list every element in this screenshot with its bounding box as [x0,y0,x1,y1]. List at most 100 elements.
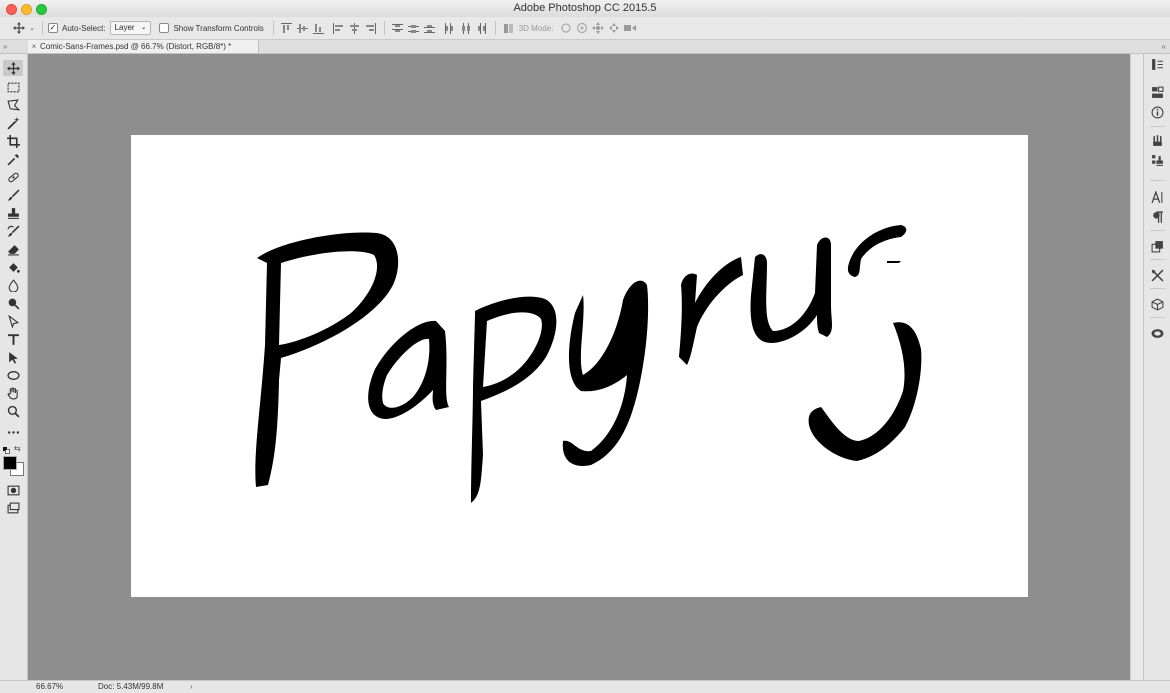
blur-tool[interactable] [3,277,23,293]
dodge-tool[interactable] [3,295,23,311]
title-bar: Adobe Photoshop CC 2015.5 [0,0,1170,18]
show-transform-checkbox[interactable] [159,23,170,33]
document-size-info: Doc: 5.43M/99.8M [98,682,164,691]
zoom-tool[interactable] [3,403,23,419]
drop-icon [8,278,18,292]
3d-panel-button[interactable] [1149,296,1166,313]
arrow-icon [8,351,18,363]
window-maximize-button[interactable] [36,4,47,15]
tool-presets-icon [1151,269,1164,282]
info-panel-button[interactable] [1149,104,1166,121]
magic-wand-tool[interactable] [3,115,23,131]
close-tab-icon[interactable]: × [28,40,40,53]
hand-tool[interactable] [3,385,23,401]
crop-tool[interactable] [3,133,23,149]
move-icon[interactable] [11,22,27,34]
healing-brush-tool[interactable] [3,169,23,185]
auto-select-checkbox[interactable]: ✓ [48,23,58,33]
document-tab[interactable]: × Comic-Sans-Frames.psd @ 66.7% (Distort… [28,40,259,53]
foreground-color-swatch[interactable] [3,456,17,470]
paragraph-panel-button[interactable] [1149,209,1166,226]
brush-tool[interactable] [3,187,23,203]
separator [1150,288,1165,289]
type-tool[interactable] [3,331,23,347]
quick-mask-button[interactable] [3,482,23,498]
separator [1150,259,1165,260]
vertical-scrollbar[interactable] [1130,54,1143,680]
auto-select-dropdown[interactable]: Layer ⌄ [109,21,152,35]
polygon-lasso-icon [6,98,20,111]
magic-wand-icon [6,116,19,130]
papyrus-lettering [255,225,922,503]
brush-icon [7,189,19,201]
move-tool[interactable] [3,60,23,76]
swap-colors-icon[interactable]: ⇆ [14,444,21,453]
distribute-bottom-icon[interactable] [422,20,438,36]
marquee-tool[interactable] [3,79,23,95]
lasso-tool[interactable] [3,97,23,113]
more-tools[interactable] [3,424,23,440]
distribute-vcenter-icon[interactable] [406,20,422,36]
show-transform-label: Show Transform Controls [173,23,264,33]
zoom-level[interactable]: 66.67% [36,681,63,693]
eraser-icon [7,244,19,255]
cube-icon [1151,298,1164,311]
crop-icon [6,134,20,148]
eraser-tool[interactable] [3,241,23,257]
clone-stamp-tool[interactable] [3,205,23,221]
tool-preset-chevron-icon[interactable]: ⌄ [27,24,37,32]
3d-drag-icon[interactable] [590,20,606,36]
history-brush-tool[interactable] [3,223,23,239]
libraries-panel-button[interactable] [1149,325,1166,342]
eyedropper-tool[interactable] [3,151,23,167]
layer-comps-button[interactable] [1149,238,1166,255]
align-left-icon[interactable] [331,20,347,36]
window-minimize-button[interactable] [21,4,32,15]
align-right-icon[interactable] [363,20,379,36]
window-title: Adobe Photoshop CC 2015.5 [513,2,657,14]
ellipse-tool[interactable] [3,367,23,383]
separator [383,21,385,35]
more-icon [7,430,19,434]
clone-source-button[interactable] [1149,152,1166,169]
collapse-left-icon[interactable]: » [3,40,7,53]
collapse-right-icon[interactable]: « [1162,40,1166,53]
character-icon [1151,191,1163,204]
distribute-left-icon[interactable] [442,20,458,36]
eyedropper-icon [7,153,19,165]
auto-select-label: Auto-Select: [62,23,106,33]
distribute-hcenter-icon[interactable] [458,20,474,36]
pen-tool[interactable] [3,313,23,329]
3d-scale-icon[interactable] [622,20,638,36]
chevron-down-icon: ⌄ [140,24,147,31]
tool-presets-button[interactable] [1149,267,1166,284]
auto-align-layers-icon[interactable] [501,20,517,36]
align-hcenter-icon[interactable] [347,20,363,36]
brush-presets-button[interactable] [1149,132,1166,149]
canvas-area[interactable] [28,54,1130,680]
align-top-icon[interactable] [279,20,295,36]
screen-mode-button[interactable] [3,500,23,516]
separator [1150,230,1165,231]
align-bottom-icon[interactable] [311,20,327,36]
document-tab-title: Comic-Sans-Frames.psd @ 66.7% (Distort, … [40,42,232,51]
history-panel-button[interactable] [1149,56,1166,73]
3d-slide-icon[interactable] [606,20,622,36]
separator [1150,126,1165,127]
ellipse-icon [6,370,20,380]
character-panel-button[interactable] [1149,189,1166,206]
document-canvas[interactable] [131,135,1028,597]
properties-panel-button[interactable] [1149,84,1166,101]
align-vcenter-icon[interactable] [295,20,311,36]
distribute-top-icon[interactable] [390,20,406,36]
distribute-right-icon[interactable] [474,20,490,36]
status-menu-arrow-icon[interactable]: › [190,681,193,693]
window-close-button[interactable] [6,4,17,15]
stamp-icon [7,207,19,219]
default-colors-icon[interactable] [3,445,10,454]
3d-orbit-icon[interactable] [558,20,574,36]
3d-roll-icon[interactable] [574,20,590,36]
3d-mode-label: 3D Mode: [518,23,554,33]
path-selection-tool[interactable] [3,349,23,365]
paint-bucket-tool[interactable] [3,259,23,275]
